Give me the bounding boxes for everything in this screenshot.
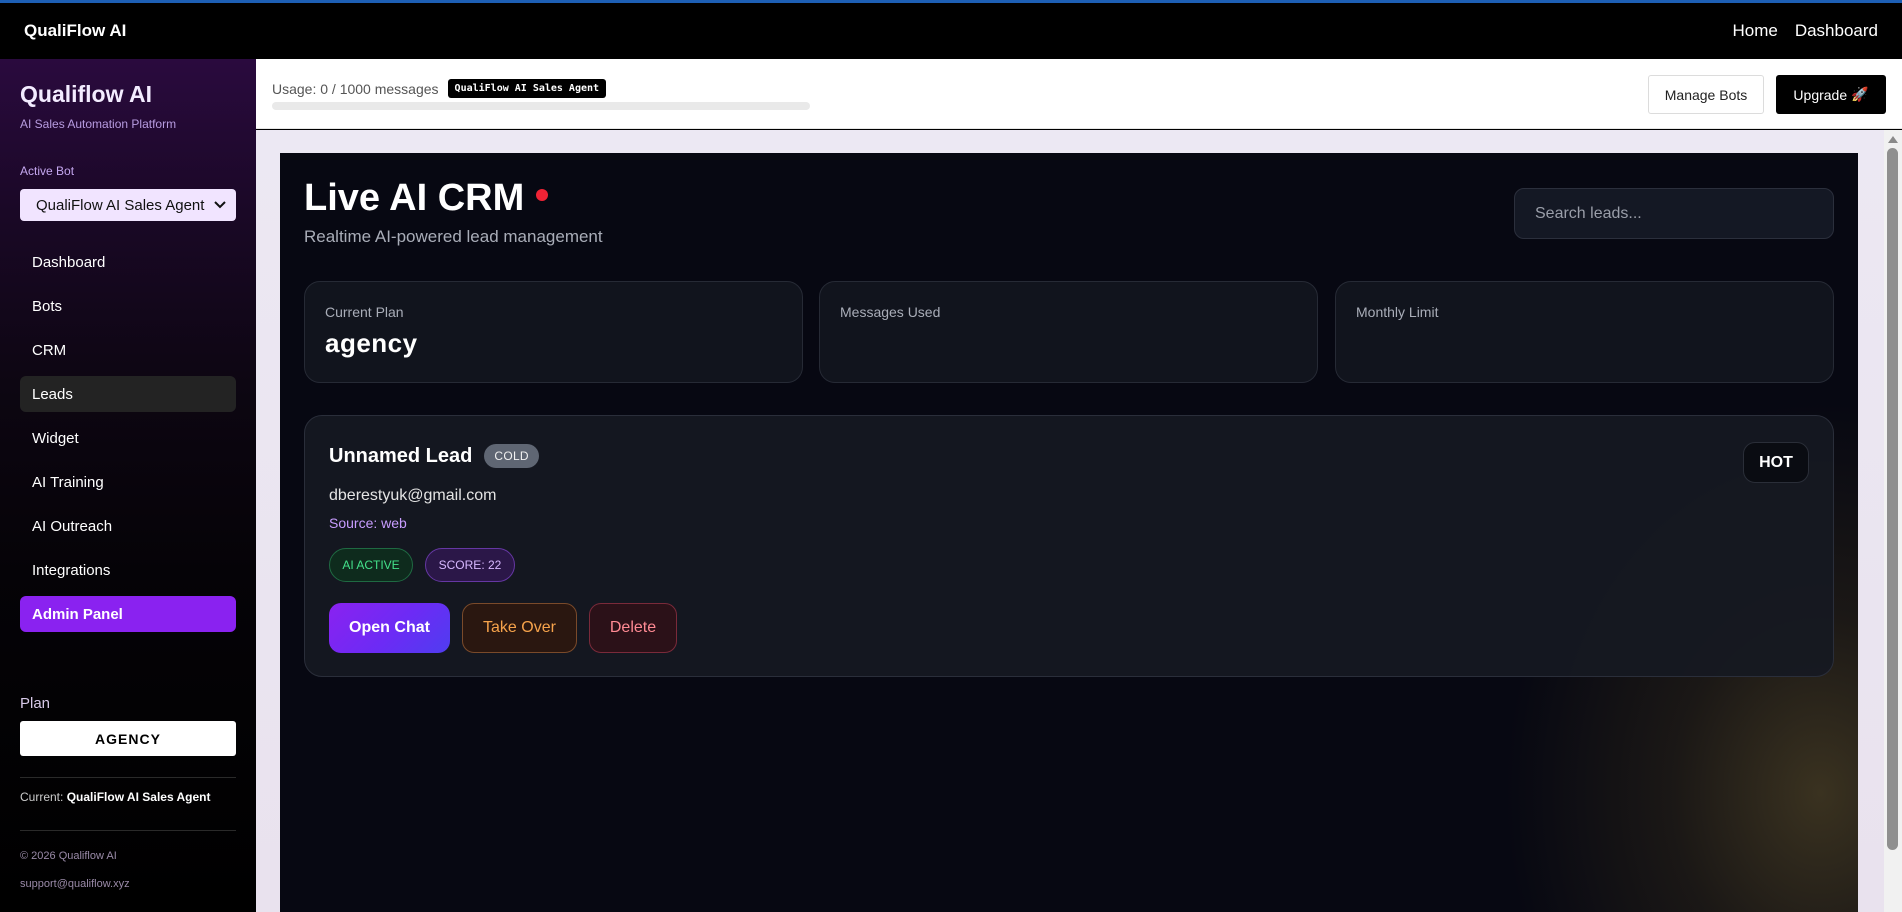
- page-subtitle: Realtime AI-powered lead management: [304, 227, 603, 246]
- delete-lead-button[interactable]: Delete: [589, 603, 677, 653]
- sidebar-subtitle: AI Sales Automation Platform: [20, 117, 177, 131]
- sidebar-divider: [20, 777, 236, 778]
- usage-header: Usage: 0 / 1000 messages QualiFlow AI Sa…: [256, 59, 1902, 129]
- stat-label: Monthly Limit: [1356, 304, 1439, 320]
- sidebar-item-bots[interactable]: Bots: [20, 288, 236, 324]
- manage-bots-button[interactable]: Manage Bots: [1648, 75, 1764, 114]
- lead-source: Source: web: [329, 515, 407, 531]
- copyright-text: © 2026 Qualiflow AI: [20, 850, 117, 862]
- lead-name-row: Unnamed Lead COLD: [329, 444, 539, 468]
- sidebar: Qualiflow AI AI Sales Automation Platfor…: [0, 59, 256, 912]
- sidebar-item-dashboard[interactable]: Dashboard: [20, 244, 236, 280]
- stat-card-current-plan: Current Plan agency: [304, 281, 803, 383]
- sidebar-item-admin-panel[interactable]: Admin Panel: [20, 596, 236, 632]
- current-bot-info: Current: QualiFlow AI Sales Agent: [20, 790, 211, 804]
- sidebar-nav: Dashboard Bots CRM Leads Widget AI Train…: [20, 244, 236, 640]
- lead-priority-badge: HOT: [1743, 442, 1809, 483]
- sidebar-divider: [20, 830, 236, 831]
- lead-name: Unnamed Lead: [329, 444, 473, 467]
- usage-text: Usage: 0 / 1000 messages: [272, 80, 439, 97]
- sidebar-item-leads[interactable]: Leads: [20, 376, 236, 412]
- stat-label: Messages Used: [840, 304, 941, 320]
- stat-value: agency: [325, 328, 418, 358]
- top-nav-links: Home Dashboard: [1732, 21, 1878, 41]
- sidebar-item-ai-outreach[interactable]: AI Outreach: [20, 508, 236, 544]
- rocket-icon: 🚀: [1851, 86, 1869, 102]
- current-bot-label: Current:: [20, 790, 64, 804]
- upgrade-label: Upgrade: [1793, 86, 1848, 103]
- current-bot-name: QualiFlow AI Sales Agent: [66, 790, 211, 804]
- lead-email: dberestyuk@gmail.com: [329, 487, 497, 504]
- crm-panel: Live AI CRM Realtime AI-powered lead man…: [280, 153, 1858, 912]
- active-bot-select[interactable]: QualiFlow AI Sales Agent: [20, 189, 236, 221]
- sidebar-item-widget[interactable]: Widget: [20, 420, 236, 456]
- sidebar-item-ai-training[interactable]: AI Training: [20, 464, 236, 500]
- sidebar-title: Qualiflow AI: [20, 81, 153, 107]
- scroll-up-arrow-icon[interactable]: [1888, 136, 1898, 143]
- plan-badge: AGENCY: [20, 721, 236, 756]
- bot-badge: QualiFlow AI Sales Agent: [447, 79, 607, 98]
- search-input[interactable]: [1514, 188, 1834, 239]
- stat-card-monthly-limit: Monthly Limit: [1335, 281, 1834, 383]
- usage-info: Usage: 0 / 1000 messages QualiFlow AI Sa…: [272, 79, 607, 98]
- usage-progress-bar: [272, 102, 810, 110]
- top-navbar: QualiFlow AI Home Dashboard: [0, 3, 1902, 59]
- support-email[interactable]: support@qualiflow.xyz: [20, 878, 130, 890]
- stat-card-messages-used: Messages Used: [819, 281, 1318, 383]
- active-bot-value: QualiFlow AI Sales Agent: [36, 196, 205, 214]
- page-title-text: Live AI CRM: [304, 177, 525, 219]
- upgrade-button[interactable]: Upgrade 🚀: [1776, 75, 1886, 114]
- lead-status-badge: COLD: [484, 444, 539, 468]
- nav-link-home[interactable]: Home: [1732, 21, 1777, 41]
- scrollbar-thumb[interactable]: [1887, 148, 1898, 850]
- live-indicator-icon: [536, 188, 549, 201]
- ai-active-tag: AI ACTIVE: [329, 548, 413, 582]
- lead-score-tag: SCORE: 22: [425, 548, 515, 582]
- active-bot-label: Active Bot: [20, 164, 75, 178]
- nav-link-dashboard[interactable]: Dashboard: [1795, 21, 1878, 41]
- sidebar-item-crm[interactable]: CRM: [20, 332, 236, 368]
- sidebar-item-integrations[interactable]: Integrations: [20, 552, 236, 588]
- plan-label: Plan: [20, 695, 51, 712]
- brand-logo[interactable]: QualiFlow AI: [24, 21, 126, 41]
- stat-label: Current Plan: [325, 304, 404, 320]
- open-chat-button[interactable]: Open Chat: [329, 603, 450, 653]
- take-over-button[interactable]: Take Over: [462, 603, 577, 653]
- chevron-down-icon: [214, 201, 226, 209]
- lead-card: Unnamed Lead COLD HOT dberestyuk@gmail.c…: [304, 415, 1834, 677]
- page-title: Live AI CRM: [304, 177, 549, 220]
